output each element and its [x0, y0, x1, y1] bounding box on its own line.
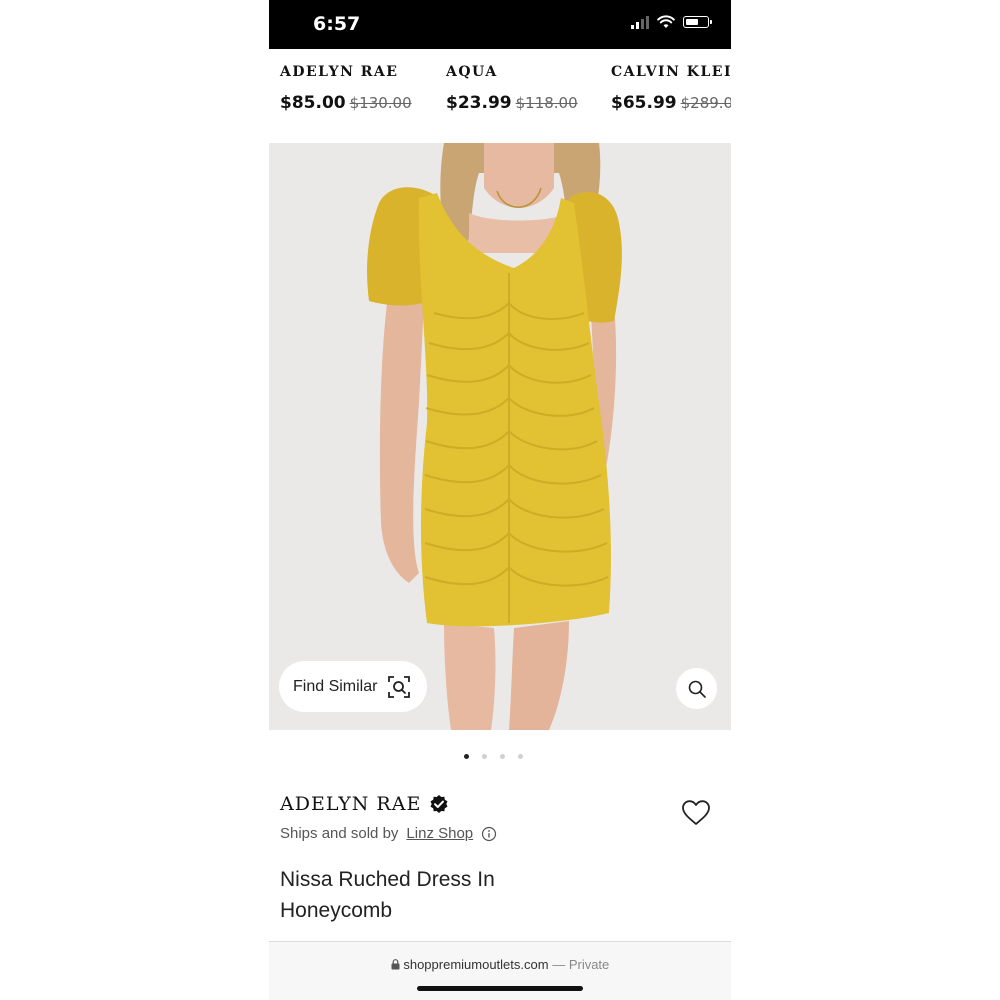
rec-price-original: $289.00 — [680, 94, 731, 112]
wifi-icon — [657, 15, 675, 28]
status-bar: 6:57 — [269, 0, 731, 49]
cellular-signal-icon — [631, 15, 649, 29]
visual-search-icon — [388, 675, 411, 698]
info-icon[interactable] — [481, 826, 497, 842]
rec-price: $85.00 $130.00 — [280, 93, 412, 113]
status-icons — [631, 15, 712, 29]
phone-screen: 6:57 ADELYN RAE $85.00 $130.00 AQUA $23.9… — [269, 0, 731, 1000]
product-brand-line: ADELYN RAE — [280, 793, 449, 815]
shop-link[interactable]: Linz Shop — [406, 825, 473, 842]
product-brand[interactable]: ADELYN RAE — [280, 793, 421, 815]
carousel-dot[interactable] — [481, 754, 487, 759]
rec-price-current: $23.99 — [446, 93, 512, 113]
url-private-mode: — Private — [552, 957, 610, 972]
rec-brand: AQUA — [446, 64, 498, 80]
rec-price: $23.99 $118.00 — [446, 93, 578, 113]
lock-icon — [391, 959, 400, 970]
carousel-dot[interactable] — [499, 754, 505, 759]
verified-badge-icon — [430, 795, 448, 813]
carousel-dot[interactable] — [517, 754, 523, 759]
url-domain: shoppremiumoutlets.com — [403, 957, 549, 972]
find-similar-button[interactable]: Find Similar — [279, 661, 427, 712]
rec-price-original: $118.00 — [515, 94, 578, 112]
dress-photo — [269, 143, 731, 730]
find-similar-label: Find Similar — [293, 677, 378, 695]
rec-price-original: $130.00 — [349, 94, 412, 112]
rec-price: $65.99$289.00 — [611, 93, 731, 113]
recommendation-row: ADELYN RAE $85.00 $130.00 AQUA $23.99 $118… — [269, 49, 731, 143]
carousel-dot-active[interactable] — [463, 754, 469, 759]
status-time: 6:57 — [313, 13, 361, 35]
carousel-dots — [269, 754, 724, 759]
search-icon — [688, 680, 706, 698]
product-title: Nissa Ruched Dress In Honeycomb — [280, 868, 495, 922]
ships-sold-by: Ships and sold by Linz Shop — [280, 825, 497, 842]
product-image[interactable]: Find Similar — [269, 143, 731, 730]
rec-price-current: $65.99 — [611, 93, 677, 113]
heart-icon[interactable] — [681, 799, 711, 827]
rec-price-current: $85.00 — [280, 93, 346, 113]
battery-icon — [683, 16, 712, 28]
rec-brand: ADELYN RAE — [280, 64, 399, 80]
browser-url-bar[interactable]: shoppremiumoutlets.com — Private — [269, 941, 731, 1000]
url-text: shoppremiumoutlets.com — Private — [269, 957, 731, 972]
rec-brand: CALVIN KLEIN — [611, 64, 731, 80]
home-indicator[interactable] — [417, 986, 583, 991]
ships-prefix: Ships and sold by — [280, 825, 399, 842]
zoom-button[interactable] — [676, 668, 717, 709]
